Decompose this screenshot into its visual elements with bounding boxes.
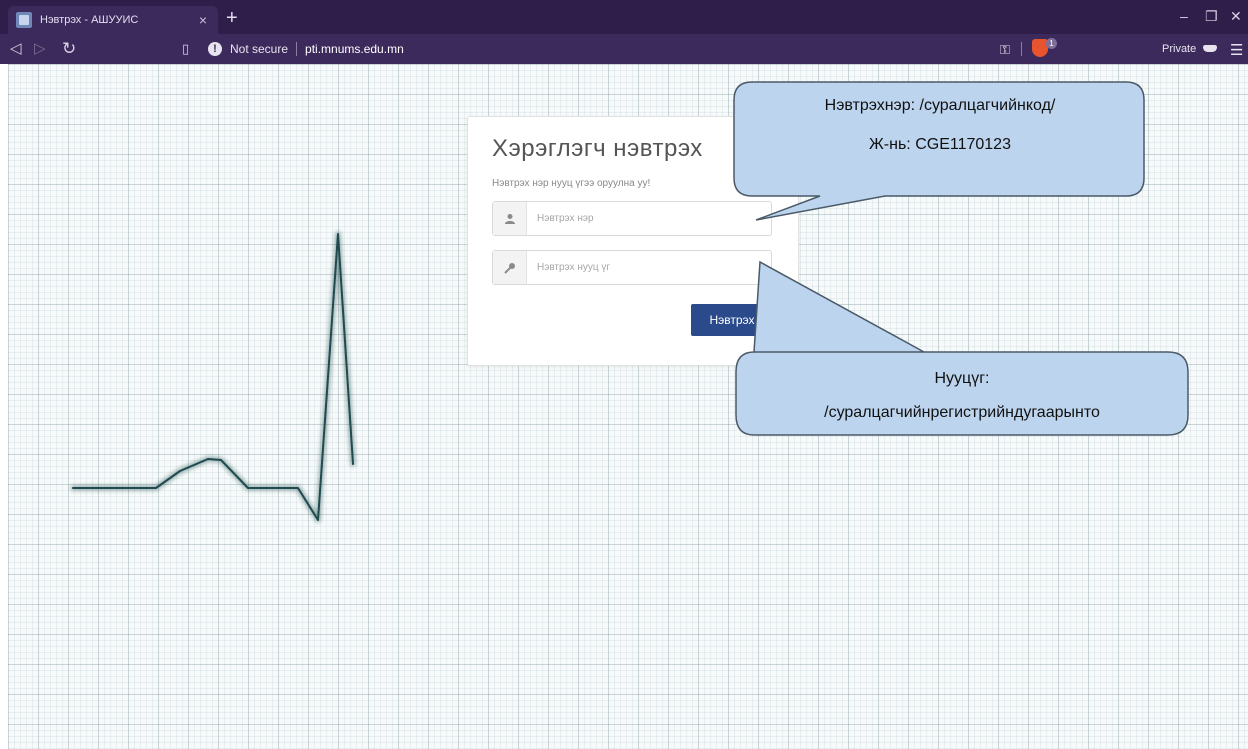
tab-title: Нэвтрэх - АШУУИС [40,14,139,26]
toolbar-divider [1021,42,1022,56]
shield-count-badge: 1 [1046,38,1057,49]
tab-close-icon[interactable]: × [196,12,210,28]
login-subtitle: Нэвтрэх нэр нууц үгээ оруулна уу! [492,178,651,189]
close-window-icon[interactable]: ✕ [1230,8,1242,24]
username-input[interactable] [527,202,771,235]
password-callout-line2: /суралцагчийнрегистрийндугаарынто [824,404,1100,421]
security-status[interactable]: Not secure [230,42,288,56]
site-favicon-icon [16,12,32,28]
password-callout-line1: Нууцүг: [934,370,990,387]
hamburger-menu-icon[interactable]: ☰ [1230,41,1243,59]
address-bar[interactable]: ! Not secure pti.mnums.edu.mn [208,38,1068,60]
back-arrow-icon[interactable]: ◁ [10,39,22,59]
key-icon[interactable]: ⚿ [1000,42,1010,58]
private-window-label: Private [1162,43,1197,55]
forward-arrow-icon[interactable]: ▷ [34,39,46,59]
reload-icon[interactable]: ↻ [62,39,76,59]
password-field-group [492,250,772,285]
private-mask-icon [1203,45,1217,52]
password-input[interactable] [527,251,771,284]
new-tab-button[interactable]: + [226,8,238,28]
address-divider [296,42,298,56]
user-icon [493,202,527,235]
username-callout-line1: Нэвтрэхнэр: /суралцагчийнкод/ [824,97,1056,114]
warning-icon[interactable]: ! [208,42,222,56]
minimize-icon[interactable]: – [1180,8,1188,24]
restore-icon[interactable]: ❐ [1205,8,1218,24]
login-title: Хэрэглэгч нэвтрэх [492,135,703,162]
tab-strip: Нэвтрэх - АШУУИС × + – ❐ ✕ [0,0,1248,34]
browser-tab[interactable]: Нэвтрэх - АШУУИС × [8,6,218,34]
key-icon [493,251,527,284]
url-text[interactable]: pti.mnums.edu.mn [305,42,404,56]
username-field-group [492,201,772,236]
login-button[interactable]: Нэвтрэх [691,304,773,336]
username-callout-line2: Ж-нь: CGE1170123 [869,136,1011,153]
navigation-toolbar: ◁ ▷ ↻ ▯ ! Not secure pti.mnums.edu.mn ⚿ … [0,34,1248,64]
bookmark-icon[interactable]: ▯ [182,39,189,59]
